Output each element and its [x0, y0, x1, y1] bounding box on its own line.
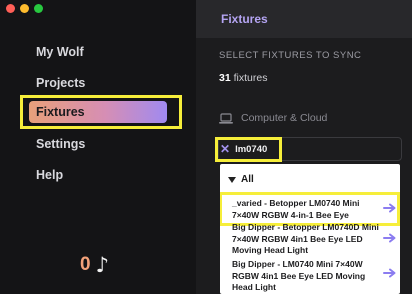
sidebar-item-fixtures[interactable]: Fixtures: [29, 101, 167, 123]
sync-target[interactable]: Computer & Cloud: [219, 112, 327, 124]
laptop-icon: [219, 112, 233, 124]
list-item[interactable]: Big Dipper - Betopper LM0740D Mini 7×40W…: [232, 222, 382, 257]
list-item[interactable]: _varied - Betopper LM0740 Mini 7×40W RGB…: [232, 198, 382, 221]
minimize-window-button[interactable]: [20, 4, 29, 13]
group-all[interactable]: All: [228, 174, 254, 185]
sidebar-item-my-wolf[interactable]: My Wolf: [36, 45, 84, 59]
page-title: Fixtures: [221, 12, 268, 26]
list-item[interactable]: Big Dipper - LM0740 Mini 7×40W RGBW 4in1…: [232, 259, 382, 294]
zoom-window-button[interactable]: [34, 4, 43, 13]
fixture-dropdown: All _varied - Betopper LM0740 Mini 7×40W…: [220, 164, 400, 294]
arrow-right-icon[interactable]: [383, 203, 397, 213]
arrow-right-icon[interactable]: [383, 233, 397, 243]
main-panel: Fixtures SELECT FIXTURES TO SYNC 31 fixt…: [196, 0, 412, 294]
close-window-button[interactable]: [6, 4, 15, 13]
remove-chip-icon[interactable]: ✕: [220, 142, 230, 156]
chevron-down-icon: [228, 176, 236, 183]
sync-target-label: Computer & Cloud: [241, 112, 328, 124]
section-label: SELECT FIXTURES TO SYNC: [219, 50, 362, 61]
sidebar-item-help[interactable]: Help: [36, 168, 63, 182]
sidebar-item-projects[interactable]: Projects: [36, 76, 85, 90]
header: Fixtures: [196, 0, 412, 38]
music-note-icon: ♪: [95, 253, 109, 277]
group-label: All: [241, 174, 254, 185]
window-controls: [6, 4, 43, 13]
filter-chip[interactable]: ✕ lm0740: [220, 142, 267, 156]
sidebar-item-settings[interactable]: Settings: [36, 137, 85, 151]
filter-chip-label: lm0740: [235, 143, 268, 155]
sidebar: My Wolf Projects Fixtures Settings Help …: [0, 0, 196, 294]
sync-counter: 0 ♪: [80, 253, 109, 277]
fixture-count-number: 31: [219, 72, 231, 84]
arrow-right-icon[interactable]: [383, 268, 397, 278]
fixture-count: 31 fixtures: [219, 72, 267, 84]
fixture-count-suffix: fixtures: [230, 72, 268, 84]
counter-value: 0: [80, 254, 91, 275]
